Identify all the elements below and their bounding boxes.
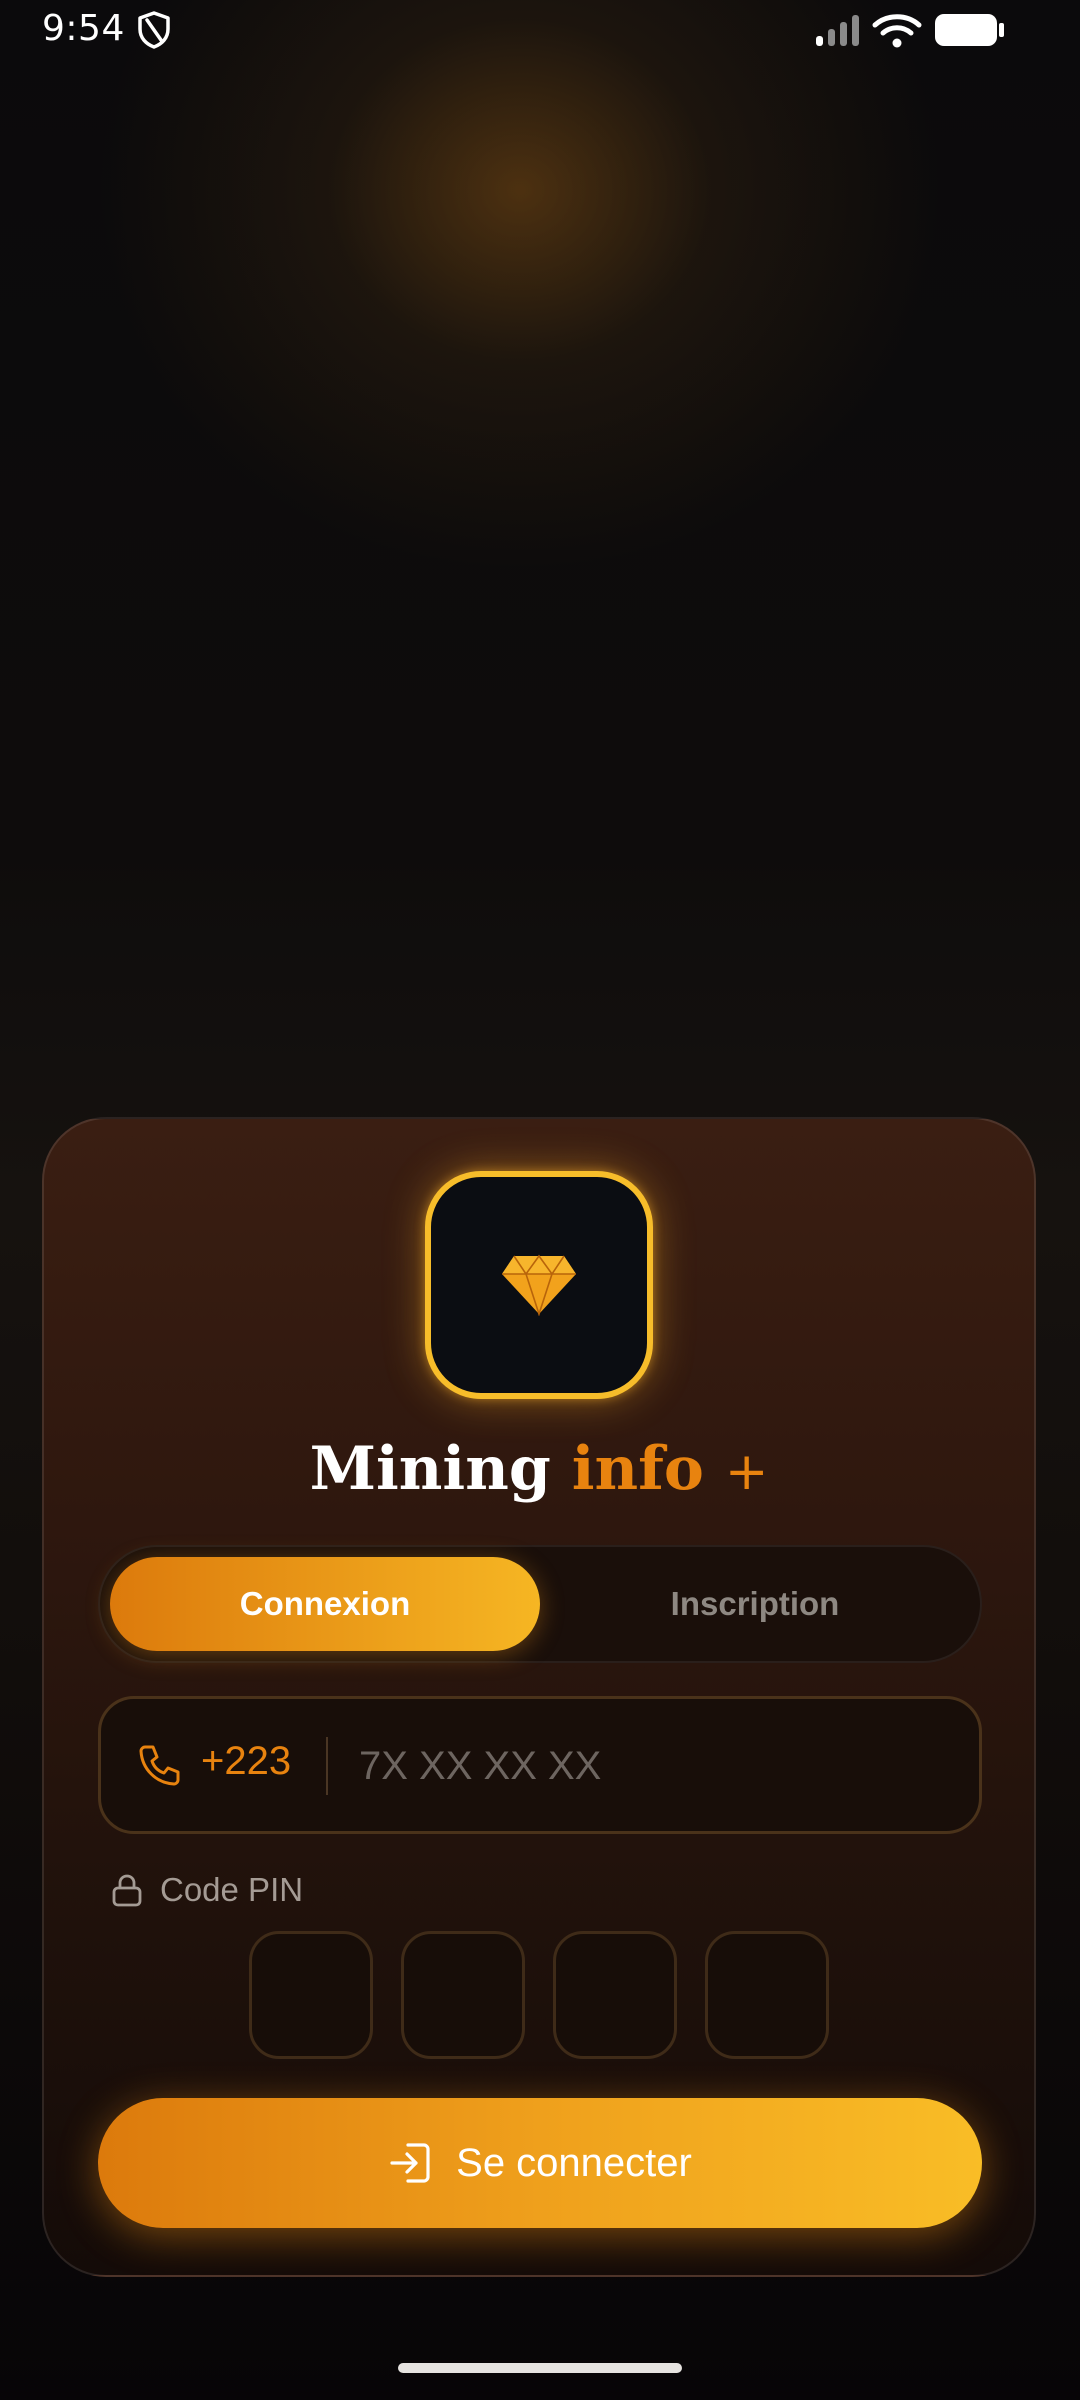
- auth-tabs: Connexion Inscription: [98, 1545, 982, 1663]
- home-indicator[interactable]: [398, 2363, 682, 2373]
- phone-input[interactable]: [357, 1729, 941, 1803]
- login-button[interactable]: Se connecter: [98, 2098, 982, 2228]
- app-title: Mining info +: [44, 1429, 1034, 1512]
- status-bar: 9:54: [0, 0, 1080, 64]
- tab-signup[interactable]: Inscription: [540, 1557, 970, 1651]
- lock-icon: [112, 1874, 142, 1907]
- diamond-icon: [502, 1254, 576, 1316]
- country-code[interactable]: +223: [201, 1739, 291, 1784]
- phone-field[interactable]: +223: [98, 1696, 982, 1834]
- app-title-accent: info: [571, 1434, 704, 1504]
- pin-digit-4[interactable]: [705, 1931, 829, 2059]
- shield-icon: [138, 11, 170, 49]
- login-icon: [390, 2143, 430, 2183]
- phone-icon: [139, 1745, 180, 1786]
- phone-divider: [326, 1737, 328, 1795]
- tab-login[interactable]: Connexion: [110, 1557, 540, 1651]
- pin-digit-1[interactable]: [249, 1931, 373, 2059]
- pin-digit-2[interactable]: [401, 1931, 525, 2059]
- battery-icon: [935, 14, 1004, 46]
- signal-icon: [816, 15, 859, 46]
- app-title-plus: +: [724, 1442, 769, 1502]
- login-card: Mining info + Connexion Inscription +223…: [42, 1117, 1036, 2277]
- pin-digit-3[interactable]: [553, 1931, 677, 2059]
- wifi-icon: [872, 14, 922, 48]
- login-button-label: Se connecter: [456, 2140, 692, 2185]
- pin-label: Code PIN: [160, 1871, 304, 1908]
- app-title-main: Mining: [309, 1434, 551, 1504]
- status-time: 9:54: [42, 8, 125, 49]
- app-logo: [425, 1171, 653, 1399]
